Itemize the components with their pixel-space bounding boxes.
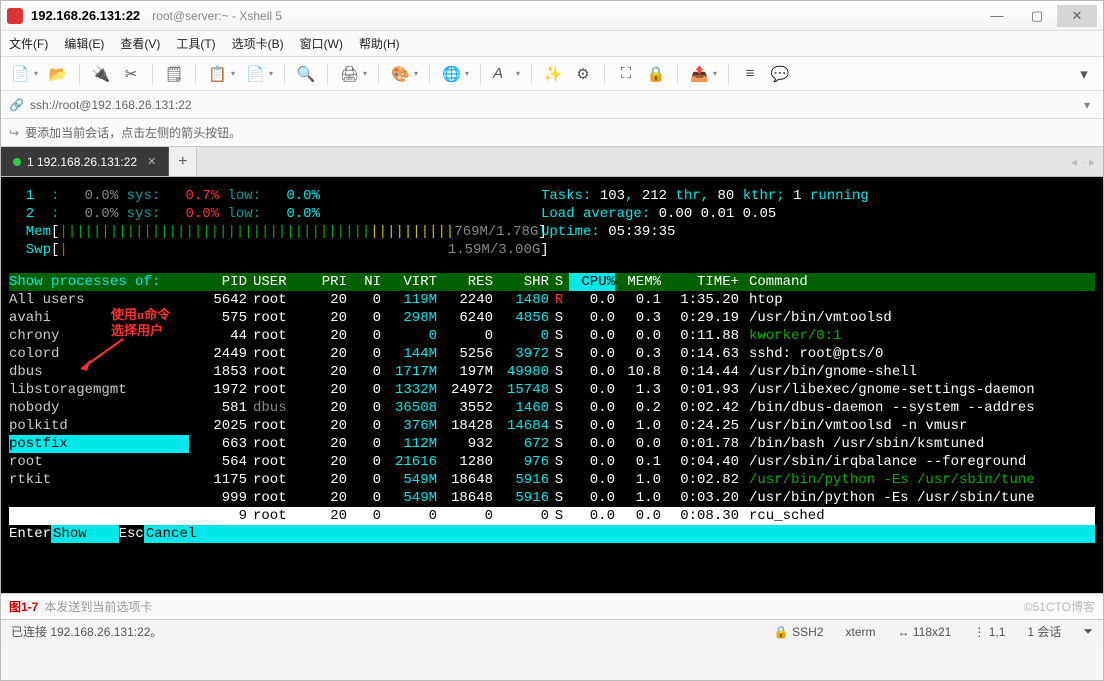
- encoding-button[interactable]: 🌐: [438, 61, 472, 87]
- figure-label: 图1-7: [9, 598, 38, 615]
- send-bar[interactable]: 图1-7 本发送到当前选项卡 ©51CTO博客: [1, 593, 1103, 619]
- menu-edit[interactable]: 编辑(E): [64, 35, 104, 52]
- address-dropdown-icon[interactable]: ▾: [1079, 98, 1095, 112]
- menu-tools[interactable]: 工具(T): [176, 35, 215, 52]
- title-ip: 192.168.26.131:22: [31, 8, 140, 23]
- hint-bar: ↪ 要添加当前会话，点击左侧的箭头按钮。: [1, 119, 1103, 147]
- toolbar-overflow-button[interactable]: ▾: [1071, 61, 1097, 87]
- settings-button[interactable]: ⚙: [570, 61, 596, 87]
- status-sessions: 1 会话: [1027, 623, 1061, 640]
- app-logo-icon: [7, 8, 23, 24]
- color-button[interactable]: 🎨: [387, 61, 421, 87]
- toolbar-sep: [79, 64, 80, 84]
- minimize-button[interactable]: —: [977, 5, 1017, 27]
- status-connection: 已连接 192.168.26.131:22。: [11, 623, 162, 640]
- tab-nav-arrows[interactable]: ◂ · ▸: [1063, 147, 1103, 176]
- send-bar-text: 本发送到当前选项卡: [44, 598, 152, 615]
- open-button[interactable]: 📂: [45, 61, 71, 87]
- copy-button[interactable]: 📋: [204, 61, 238, 87]
- tab-label: 1 192.168.26.131:22: [27, 155, 137, 169]
- menu-file[interactable]: 文件(F): [9, 35, 48, 52]
- script-button[interactable]: ≡: [737, 61, 763, 87]
- title-subtitle: root@server:~ - Xshell 5: [152, 9, 282, 23]
- htop-process-row[interactable]: colord2449root200144M52563972S0.00.30:14…: [9, 345, 1095, 363]
- toolbar-sep: [378, 64, 379, 84]
- annotation-text: 使用u命令选择用户: [111, 307, 170, 339]
- lock-button[interactable]: 🔒: [643, 61, 669, 87]
- window-titlebar: 192.168.26.131:22 root@server:~ - Xshell…: [1, 1, 1103, 31]
- htop-process-row[interactable]: All users5642root200119M22401480R0.00.11…: [9, 291, 1095, 309]
- htop-tasks-line: Tasks: 103, 212 thr, 80 kthr; 1 running: [541, 187, 869, 205]
- new-tab-button[interactable]: +: [169, 147, 197, 176]
- htop-footer: EnterShow EscCancel: [9, 525, 1095, 543]
- status-ssh: 🔒 SSH2: [774, 625, 824, 639]
- disconnect-button[interactable]: ✂: [118, 61, 144, 87]
- watermark-text: ©51CTO博客: [1024, 598, 1095, 615]
- menu-help[interactable]: 帮助(H): [359, 35, 400, 52]
- properties-button[interactable]: 🗒: [161, 61, 187, 87]
- toolbar-sep: [728, 64, 729, 84]
- htop-process-row[interactable]: rtkit1175root200549M186485916S0.01.00:02…: [9, 471, 1095, 489]
- find-button[interactable]: 🔍: [293, 61, 319, 87]
- toolbar-sep: [480, 64, 481, 84]
- maximize-button[interactable]: ▢: [1017, 5, 1057, 27]
- session-tab[interactable]: 1 192.168.26.131:22 ✕: [1, 147, 169, 176]
- toolbar: 📄 📂 🔌 ✂ 🗒 📋 📄 🔍 🖨 🎨 🌐 A ✨ ⚙ ⛶ 🔒 📤 ≡ 💬 ▾: [1, 57, 1103, 91]
- status-size: ↔ 118x21: [898, 625, 952, 639]
- htop-process-row[interactable]: polkitd2025root200376M1842814684S0.01.00…: [9, 417, 1095, 435]
- htop-process-row[interactable]: nobody581dbus2003650835521460S0.00.20:02…: [9, 399, 1095, 417]
- menu-view[interactable]: 查看(V): [120, 35, 160, 52]
- toolbar-sep: [152, 64, 153, 84]
- htop-process-row[interactable]: 999root200549M186485916S0.01.00:03.20/us…: [9, 489, 1095, 507]
- toolbar-sep: [677, 64, 678, 84]
- htop-process-row[interactable]: dbus1853root2001717M197M49980S0.010.80:1…: [9, 363, 1095, 381]
- status-bar: 已连接 192.168.26.131:22。 🔒 SSH2 xterm ↔ 11…: [1, 619, 1103, 643]
- reconnect-button[interactable]: 🔌: [88, 61, 114, 87]
- menu-tabs[interactable]: 选项卡(B): [232, 35, 284, 52]
- htop-header-row: Show processes of: PID USER PRI NI VIRT …: [9, 273, 1095, 291]
- htop-load-line: Load average: 0.00 0.01 0.05: [541, 205, 776, 223]
- htop-selected-row[interactable]: 9 root 20 0 0 0 0 S 0.0 0.0 0:08.30 rcu_…: [9, 507, 1095, 525]
- htop-process-row[interactable]: chrony44root200000S0.00.00:11.88kworker/…: [9, 327, 1095, 345]
- paste-button[interactable]: 📄: [242, 61, 276, 87]
- menu-window[interactable]: 窗口(W): [300, 35, 343, 52]
- htop-process-row[interactable]: root564root200216161280976S0.00.10:04.40…: [9, 453, 1095, 471]
- status-term: xterm: [846, 625, 876, 639]
- htop-process-row[interactable]: avahi575root200298M62404856S0.00.30:29.1…: [9, 309, 1095, 327]
- status-dot-icon: [13, 158, 21, 166]
- font-button[interactable]: A: [489, 61, 523, 87]
- address-bar: 🔗 ssh://root@192.168.26.131:22 ▾: [1, 91, 1103, 119]
- toolbar-sep: [195, 64, 196, 84]
- hint-text: 要添加当前会话，点击左侧的箭头按钮。: [25, 124, 241, 141]
- htop-process-row[interactable]: libstoragemgmt1972root2001332M2497215748…: [9, 381, 1095, 399]
- status-overflow-icon[interactable]: ⏷: [1083, 624, 1093, 639]
- close-button[interactable]: ✕: [1057, 5, 1097, 27]
- fullscreen-button[interactable]: ⛶: [613, 61, 639, 87]
- tab-strip: 1 192.168.26.131:22 ✕ + ◂ · ▸: [1, 147, 1103, 177]
- terminal-output[interactable]: 1 : 0.0% sys: 0.7% low: 0.0% 2 : 0.0% sy…: [1, 177, 1103, 593]
- htop-uptime-line: Uptime: 05:39:35: [541, 223, 675, 241]
- status-pos: ⋮ 1,1: [973, 625, 1005, 639]
- toolbar-sep: [604, 64, 605, 84]
- tab-close-icon[interactable]: ✕: [147, 155, 156, 168]
- lock-icon: 🔗: [9, 98, 24, 112]
- print-button[interactable]: 🖨: [336, 61, 370, 87]
- arrow-icon[interactable]: ↪: [9, 126, 19, 140]
- toolbar-sep: [284, 64, 285, 84]
- new-session-button[interactable]: 📄: [7, 61, 41, 87]
- address-url[interactable]: ssh://root@192.168.26.131:22: [30, 98, 192, 112]
- highlight-button[interactable]: ✨: [540, 61, 566, 87]
- chat-button[interactable]: 💬: [767, 61, 793, 87]
- htop-process-row[interactable]: postfix663root200112M932672S0.00.00:01.7…: [9, 435, 1095, 453]
- toolbar-sep: [327, 64, 328, 84]
- menu-bar: 文件(F) 编辑(E) 查看(V) 工具(T) 选项卡(B) 窗口(W) 帮助(…: [1, 31, 1103, 57]
- htop-swp-line: Swp[|1.59M/3.00G]: [9, 241, 1095, 259]
- toolbar-sep: [531, 64, 532, 84]
- toolbar-sep: [429, 64, 430, 84]
- transfer-button[interactable]: 📤: [686, 61, 720, 87]
